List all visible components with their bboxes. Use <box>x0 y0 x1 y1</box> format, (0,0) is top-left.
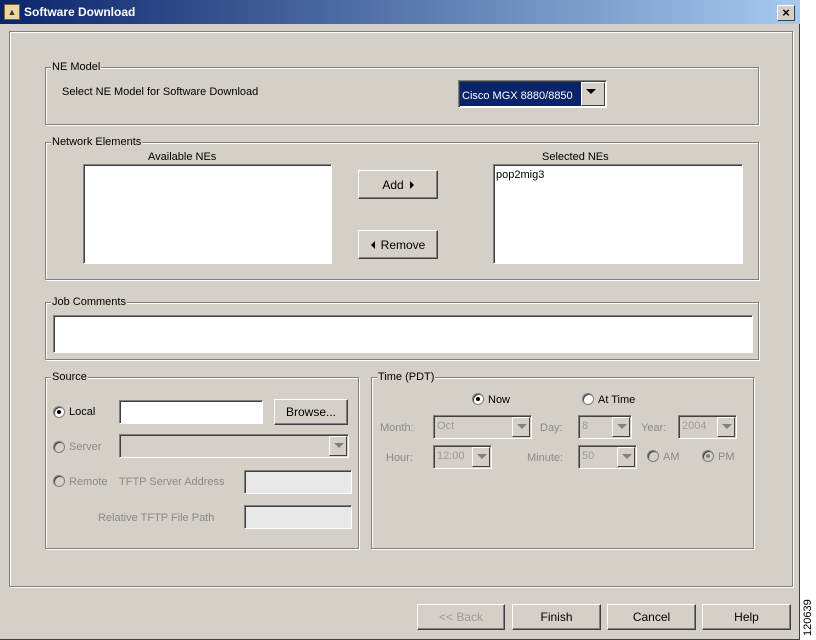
at-time-radio[interactable] <box>582 393 594 405</box>
browse-button[interactable]: Browse... <box>274 399 348 425</box>
am-radio[interactable] <box>647 450 659 462</box>
chevron-down-icon[interactable] <box>612 417 630 437</box>
pm-radio[interactable] <box>702 450 714 462</box>
chevron-down-icon[interactable] <box>617 447 635 467</box>
tftp-path-label: Relative TFTP File Path <box>98 512 215 524</box>
chevron-down-icon[interactable] <box>581 82 605 106</box>
window-title: Software Download <box>24 5 136 19</box>
remote-radio[interactable] <box>53 475 65 487</box>
close-button[interactable]: × <box>777 5 795 21</box>
day-label: Day: <box>540 422 563 434</box>
month-label: Month: <box>380 422 414 434</box>
source-group: Source Local Browse... Server Remote TFT… <box>45 371 359 549</box>
now-radio[interactable] <box>472 393 484 405</box>
remove-label: Remove <box>380 237 426 252</box>
list-item[interactable]: pop2mig3 <box>496 169 544 181</box>
year-label: Year: <box>641 422 667 434</box>
local-path-input[interactable] <box>119 400 263 424</box>
finish-button[interactable]: Finish <box>512 604 601 630</box>
hour-value: 12:00 <box>437 450 465 462</box>
tftp-address-label: TFTP Server Address <box>119 476 225 488</box>
tftp-address-input[interactable] <box>244 470 352 494</box>
pm-label: PM <box>718 451 735 463</box>
network-elements-legend: Network Elements <box>51 136 143 148</box>
chevron-down-icon[interactable] <box>329 436 347 456</box>
software-download-dialog: ▲ Software Download × NE Model Select NE… <box>0 0 800 640</box>
chevron-down-icon[interactable] <box>472 447 490 467</box>
tftp-path-input[interactable] <box>244 505 352 529</box>
time-legend: Time (PDT) <box>377 371 436 383</box>
hour-select[interactable]: 12:00 <box>433 445 492 469</box>
available-nes-header: Available NEs <box>148 151 217 163</box>
minute-value: 50 <box>582 450 595 462</box>
day-value: 8 <box>582 420 589 432</box>
year-value: 2004 <box>682 420 707 432</box>
now-label: Now <box>488 394 511 406</box>
year-select[interactable]: 2004 <box>678 415 737 439</box>
chevron-down-icon[interactable] <box>717 417 735 437</box>
selected-nes-header: Selected NEs <box>542 151 609 163</box>
selected-nes-list[interactable]: pop2mig3 <box>493 164 743 264</box>
ne-model-select[interactable]: Cisco MGX 8880/8850 <box>458 80 607 108</box>
figure-id: 120639 <box>802 599 814 636</box>
server-label: Server <box>69 441 102 453</box>
app-icon: ▲ <box>4 4 20 20</box>
local-radio[interactable] <box>53 406 65 418</box>
month-select[interactable]: Oct <box>433 415 532 439</box>
help-button[interactable]: Help <box>702 604 791 630</box>
title-bar[interactable]: ▲ Software Download × <box>0 0 800 24</box>
chevron-down-icon[interactable] <box>512 417 530 437</box>
server-select[interactable] <box>119 434 349 458</box>
ne-model-prompt: Select NE Model for Software Download <box>62 86 259 98</box>
minute-select[interactable]: 50 <box>578 445 637 469</box>
at-time-label: At Time <box>598 394 636 406</box>
remote-label: Remote <box>69 476 108 488</box>
cancel-button[interactable]: Cancel <box>607 604 696 630</box>
available-nes-list[interactable] <box>83 164 332 264</box>
job-comments-group: Job Comments <box>45 296 759 360</box>
arrow-left-icon <box>370 240 375 249</box>
job-comments-legend: Job Comments <box>51 296 127 308</box>
hour-label: Hour: <box>386 452 413 464</box>
remove-button[interactable]: Remove <box>358 230 438 259</box>
arrow-right-icon <box>409 180 414 189</box>
am-label: AM <box>663 451 680 463</box>
ne-model-legend: NE Model <box>51 61 102 73</box>
job-comments-input[interactable] <box>53 315 753 353</box>
local-label: Local <box>69 406 96 418</box>
source-legend: Source <box>51 371 88 383</box>
ne-model-value: Cisco MGX 8880/8850 <box>460 82 584 106</box>
add-button[interactable]: Add <box>358 170 438 199</box>
time-group: Time (PDT) Now At Time Month: Oct Day: 8… <box>371 371 754 549</box>
day-select[interactable]: 8 <box>578 415 632 439</box>
network-elements-group: Network Elements Available NEs Add Remov… <box>45 136 759 280</box>
add-label: Add <box>382 177 404 192</box>
minute-label: Minute: <box>527 452 564 464</box>
back-button[interactable]: << Back <box>417 604 505 630</box>
server-radio[interactable] <box>53 441 65 453</box>
month-value: Oct <box>437 420 455 432</box>
ne-model-group: NE Model Select NE Model for Software Do… <box>45 61 759 125</box>
